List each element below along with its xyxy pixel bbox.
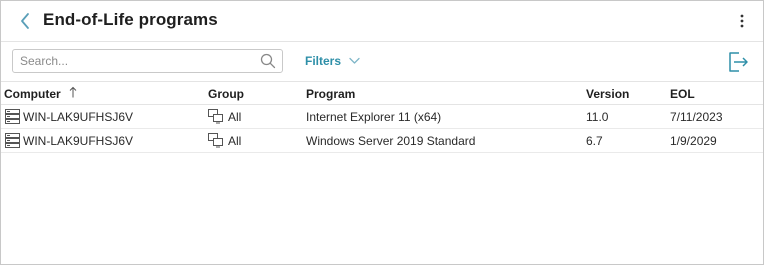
table-row[interactable]: WIN-LAK9UFHSJ6V All Windows Server 2019 … bbox=[1, 129, 763, 153]
page-title: End-of-Life programs bbox=[43, 10, 218, 29]
cell-eol: 1/9/2029 bbox=[670, 134, 717, 148]
column-header-version[interactable]: Version bbox=[586, 87, 629, 101]
cell-program: Internet Explorer 11 (x64) bbox=[306, 110, 442, 124]
group-icon bbox=[208, 133, 223, 148]
cell-eol: 7/11/2023 bbox=[670, 110, 723, 124]
cell-program: Windows Server 2019 Standard bbox=[306, 134, 476, 148]
table-row[interactable]: WIN-LAK9UFHSJ6V All Internet Explorer 11… bbox=[1, 105, 763, 129]
cell-computer: WIN-LAK9UFHSJ6V bbox=[23, 110, 134, 124]
eol-programs-panel: End-of-Life programs Filters Compute bbox=[0, 0, 764, 265]
server-icon bbox=[5, 133, 20, 148]
chevron-left-icon bbox=[21, 13, 29, 29]
cell-version: 11.0 bbox=[586, 110, 609, 124]
more-options-button[interactable] bbox=[737, 12, 747, 30]
table-header: Computer Group Program Version EOL bbox=[1, 81, 763, 105]
column-header-program[interactable]: Program bbox=[306, 87, 355, 101]
group-icon bbox=[208, 109, 223, 124]
filters-label: Filters bbox=[305, 54, 342, 68]
cell-group: All bbox=[228, 134, 242, 148]
kebab-menu-icon bbox=[740, 14, 744, 28]
column-header-computer[interactable]: Computer bbox=[4, 87, 61, 101]
search-icon[interactable] bbox=[260, 53, 276, 69]
header: End-of-Life programs bbox=[1, 1, 763, 41]
cell-group: All bbox=[228, 110, 242, 124]
cell-version: 6.7 bbox=[586, 134, 603, 148]
chevron-down-icon bbox=[349, 57, 360, 64]
cell-computer: WIN-LAK9UFHSJ6V bbox=[23, 134, 134, 148]
back-button[interactable] bbox=[15, 10, 35, 32]
eol-programs-table: Computer Group Program Version EOL WIN-L… bbox=[1, 81, 763, 153]
server-icon bbox=[5, 109, 20, 124]
sort-ascending-icon[interactable] bbox=[69, 86, 77, 98]
filters-button[interactable]: Filters bbox=[305, 54, 360, 68]
column-header-eol[interactable]: EOL bbox=[670, 87, 695, 101]
column-header-group[interactable]: Group bbox=[208, 87, 244, 101]
search-input[interactable] bbox=[13, 50, 253, 72]
export-icon[interactable] bbox=[727, 51, 749, 73]
header-divider bbox=[1, 41, 763, 42]
search-box[interactable] bbox=[12, 49, 283, 73]
